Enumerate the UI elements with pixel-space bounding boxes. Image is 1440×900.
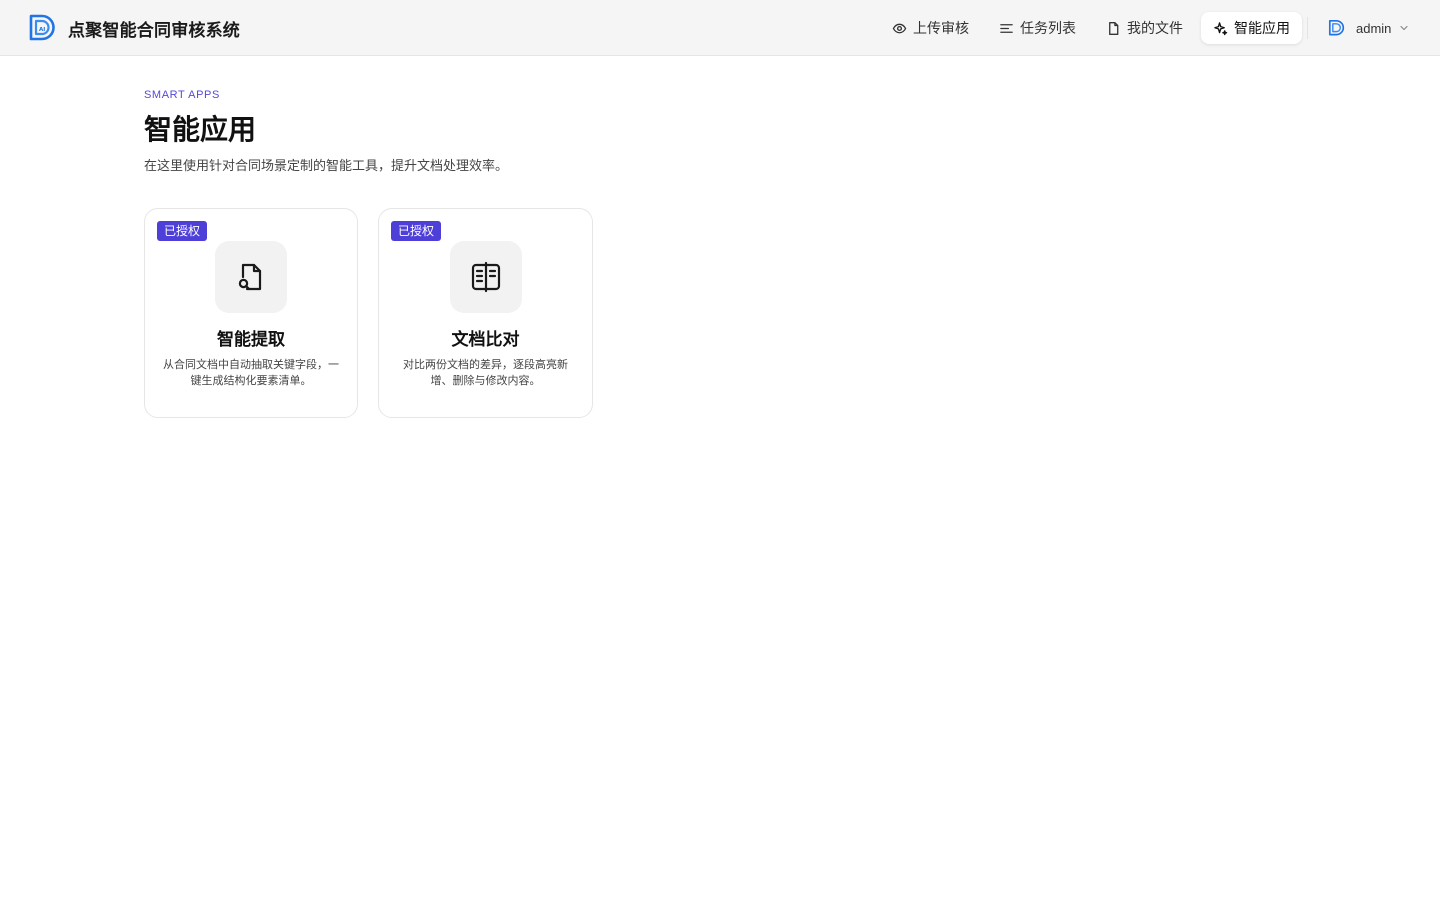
nav-item-smart-apps[interactable]: 智能应用 [1201,12,1302,44]
app-card-description: 对比两份文档的差异，逐段高亮新增、删除与修改内容。 [403,359,568,387]
eye-icon [892,23,907,33]
app-card-smart-extract[interactable]: 已授权 智能提取 从合同文档中自动抽取关键字段，一键生成结构化要素清单。 [144,208,358,418]
top-navigation-bar: AI 点聚智能合同审核系统 上传审核 任务列表 我的文件 智能应用 admin [0,0,1440,56]
status-badge: 已授权 [157,221,208,241]
app-card-title: 文档比对 [451,330,520,349]
nav-divider [1307,17,1308,39]
nav-item-my-files[interactable]: 我的文件 [1094,12,1195,44]
list-icon [1000,23,1013,33]
status-badge: 已授权 [391,221,442,241]
page-description: 在这里使用针对合同场景定制的智能工具，提升文档处理效率。 [144,158,509,173]
brand[interactable]: AI 点聚智能合同审核系统 [28,12,240,44]
nav-item-label: 上传审核 [913,20,969,36]
avatar [1328,19,1345,36]
chevron-down-icon [1400,25,1409,31]
nav-item-task-list[interactable]: 任务列表 [987,12,1088,44]
svg-text:AI: AI [39,27,45,33]
file-search-icon [238,263,262,291]
app-icon-tile [449,241,522,313]
nav-item-label: 智能应用 [1234,20,1290,36]
user-name: admin [1356,20,1392,36]
main-nav: 上传审核 任务列表 我的文件 智能应用 [880,12,1308,44]
file-icon [1109,21,1119,35]
nav-item-label: 任务列表 [1020,20,1076,36]
app-card-document-compare[interactable]: 已授权 文档比对 对比两份文档的差异，逐段高亮新增、删除与修改内容。 [378,208,593,418]
nav-item-label: 我的文件 [1127,20,1183,36]
page-eyebrow: SMART APPS [144,89,220,101]
nav-item-upload-review[interactable]: 上传审核 [880,12,981,44]
app-card-description: 从合同文档中自动抽取关键字段，一键生成结构化要素清单。 [163,359,339,387]
split-book-icon [471,261,500,293]
app-title: 点聚智能合同审核系统 [68,20,240,40]
sparkle-icon [1214,21,1228,35]
user-menu[interactable]: admin [1328,16,1409,40]
app-card-title: 智能提取 [217,330,285,349]
page-title: 智能应用 [144,114,257,145]
brand-logo-icon: AI [29,14,55,41]
app-icon-tile [215,241,287,313]
